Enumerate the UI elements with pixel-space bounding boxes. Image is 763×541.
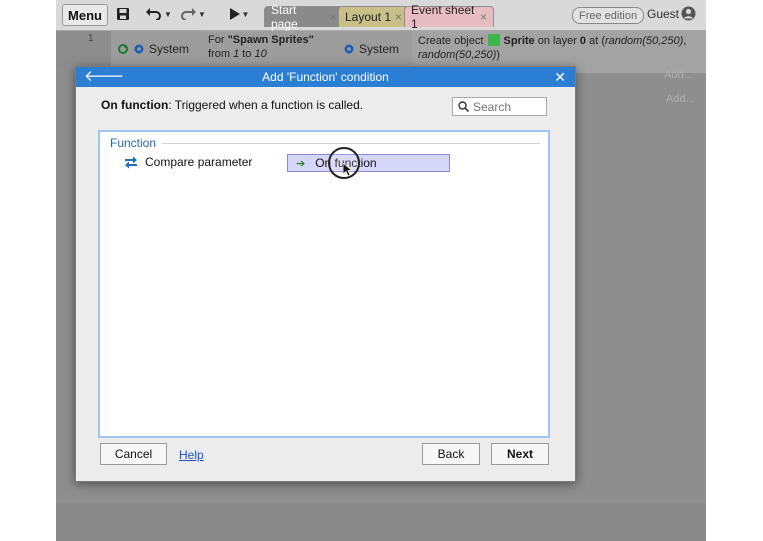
description-text: : Triggered when a function is called. [168, 98, 364, 112]
action-text: at ( [586, 35, 605, 47]
tab-event-sheet-1[interactable]: Event sheet 1 × [404, 3, 494, 31]
menu-button[interactable]: Menu [62, 4, 108, 26]
for-prefix: For [208, 34, 228, 46]
save-button[interactable] [114, 4, 132, 24]
tab-label: Event sheet 1 [411, 3, 475, 31]
run-preview-button[interactable]: ▼ [224, 4, 254, 24]
close-icon[interactable]: ✕ [554, 68, 566, 86]
compare-arrows-icon [125, 156, 137, 168]
for-to: to [239, 48, 255, 60]
condition-item-label: Compare parameter [145, 155, 253, 169]
search-icon [458, 101, 469, 112]
cancel-button[interactable]: Cancel [100, 443, 167, 465]
loop-icon [118, 44, 128, 54]
for-from: from [208, 48, 234, 60]
search-input[interactable] [473, 99, 543, 114]
condition-list: Function Compare parameter ➔ On function [98, 130, 550, 438]
mouse-cursor-icon [343, 163, 353, 177]
event-condition-system-loop[interactable]: System [111, 31, 208, 67]
dialog-titlebar: 🡐 Add 'Function' condition ✕ [76, 67, 575, 87]
close-icon[interactable]: × [330, 10, 337, 24]
action-text: , [683, 35, 687, 47]
condition-description: On function: Triggered when a function i… [101, 98, 363, 112]
condition-object-name: System [149, 42, 190, 56]
next-button[interactable]: Next [491, 443, 549, 465]
save-icon [117, 8, 129, 20]
condition-item-on-function[interactable]: ➔ On function [287, 154, 450, 172]
condition-item-compare-parameter[interactable]: Compare parameter [124, 155, 252, 169]
action-y-expression: random(50,250) [418, 49, 497, 61]
event-row[interactable]: 1 System For "Spawn Sprites" from 1 to 1… [56, 31, 706, 73]
search-field[interactable] [452, 97, 547, 116]
sprite-icon [488, 34, 501, 46]
event-row-number: 1 [88, 33, 94, 44]
main-toolbar: Menu ▼ ▼ ▼ Start page × Layout 1 × Event… [56, 0, 706, 31]
redo-button[interactable]: ▼ [178, 4, 208, 24]
description-condition-name: On function [101, 98, 169, 112]
add-action-link[interactable]: Add... [666, 93, 695, 105]
user-account-icon[interactable] [681, 6, 696, 21]
action-text: ) [496, 49, 500, 61]
group-divider [162, 143, 540, 144]
event-condition-for[interactable]: For "Spawn Sprites" from 1 to 10 [202, 31, 349, 71]
for-loop-name: "Spawn Sprites" [227, 34, 314, 46]
event-sheet-margin [56, 503, 706, 541]
action-object-name: System [359, 42, 400, 56]
tab-layout-1[interactable]: Layout 1 × [338, 6, 414, 27]
help-link[interactable]: Help [179, 448, 204, 462]
for-end: 10 [254, 48, 267, 60]
undo-icon [146, 8, 162, 20]
undo-button[interactable]: ▼ [144, 4, 174, 24]
play-icon [229, 8, 240, 20]
trigger-arrow-icon: ➔ [296, 157, 306, 170]
redo-dropdown-icon[interactable]: ▼ [198, 10, 206, 19]
action-sprite-name: Sprite [503, 35, 535, 47]
back-button[interactable]: Back [422, 443, 480, 465]
edition-badge[interactable]: Free edition [572, 7, 645, 24]
gear-icon [344, 44, 354, 54]
add-action-link[interactable]: Add... [664, 69, 693, 81]
tab-start-page[interactable]: Start page × [264, 3, 344, 31]
action-text: on layer [534, 35, 580, 47]
event-action-system[interactable]: System [337, 31, 418, 67]
action-text: Create object [418, 35, 487, 47]
tab-label: Layout 1 [345, 10, 392, 24]
undo-dropdown-icon[interactable]: ▼ [164, 10, 172, 19]
action-x-expression: random(50,250) [605, 35, 684, 47]
run-dropdown-icon[interactable]: ▼ [242, 10, 250, 19]
gear-icon [134, 44, 144, 54]
add-condition-dialog: 🡐 Add 'Function' condition ✕ On function… [75, 66, 576, 482]
redo-icon [181, 8, 197, 20]
user-name[interactable]: Guest [647, 7, 679, 21]
group-header-function: Function [110, 136, 157, 150]
close-icon[interactable]: × [480, 10, 487, 24]
close-icon[interactable]: × [395, 10, 402, 24]
dialog-title: Add 'Function' condition [262, 70, 389, 84]
tab-label: Start page [271, 3, 298, 31]
